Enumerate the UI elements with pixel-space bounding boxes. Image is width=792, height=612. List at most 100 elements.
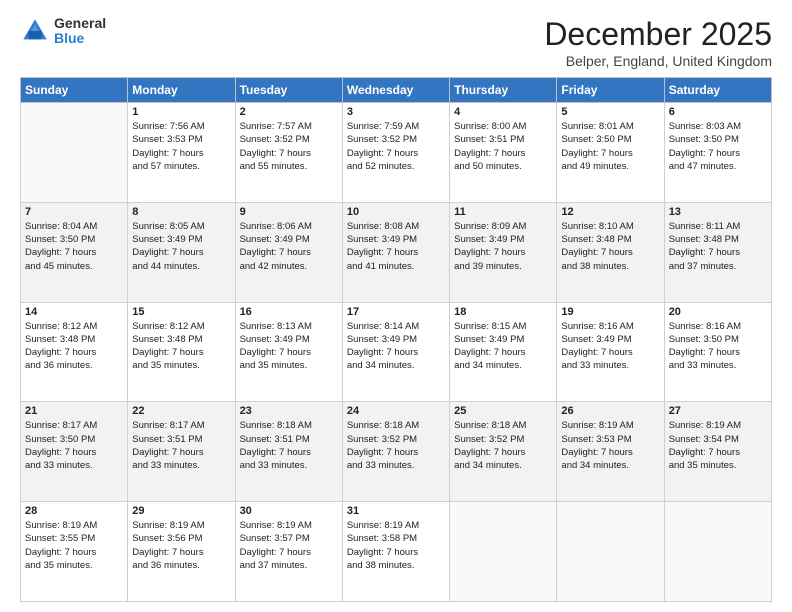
sunrise-text: Sunrise: 8:05 AM [132,221,204,232]
sunrise-text: Sunrise: 8:19 AM [669,420,741,431]
table-row: 11Sunrise: 8:09 AMSunset: 3:49 PMDayligh… [450,202,557,302]
sunset-text: Sunset: 3:49 PM [347,334,417,345]
sunrise-text: Sunrise: 7:56 AM [132,121,204,132]
day-info: Sunrise: 8:10 AMSunset: 3:48 PMDaylight:… [561,220,659,273]
day-number: 24 [347,405,445,417]
daylight-minutes-text: and 36 minutes. [25,360,93,371]
header-thursday: Thursday [450,78,557,103]
sunrise-text: Sunrise: 8:00 AM [454,121,526,132]
daylight-text: Daylight: 7 hours [25,247,96,258]
daylight-text: Daylight: 7 hours [669,247,740,258]
sunrise-text: Sunrise: 8:16 AM [669,321,741,332]
day-info: Sunrise: 8:00 AMSunset: 3:51 PMDaylight:… [454,120,552,173]
sunrise-text: Sunrise: 8:14 AM [347,321,419,332]
table-row: 24 Sunrise: 8:18 AMSunset: 3:52 PMDayligh… [342,402,449,502]
daylight-minutes-text: and 57 minutes. [132,161,200,172]
daylight-text: Daylight: 7 hours [454,347,525,358]
sunset-text: Sunset: 3:52 PM [347,134,417,145]
sunset-text: Sunset: 3:49 PM [561,334,631,345]
day-number: 7 [25,206,123,218]
header-friday: Friday [557,78,664,103]
day-info: Sunrise: 8:19 AMSunset: 3:56 PMDaylight:… [132,519,230,572]
logo-icon [20,16,50,46]
daylight-minutes-text: and 47 minutes. [669,161,737,172]
sunset-text: Sunset: 3:52 PM [454,434,524,445]
table-row: 30Sunrise: 8:19 AMSunset: 3:57 PMDayligh… [235,502,342,602]
daylight-minutes-text: and 33 minutes. [561,360,629,371]
sunset-text: Sunset: 3:49 PM [240,334,310,345]
page: General Blue December 2025 Belper, Engla… [0,0,792,612]
day-number: 28 [25,505,123,517]
header-sunday: Sunday [21,78,128,103]
daylight-minutes-text: and 34 minutes. [347,360,415,371]
day-info: Sunrise: 8:19 AMSunset: 3:57 PMDaylight:… [240,519,338,572]
day-number: 3 [347,106,445,118]
daylight-text: Daylight: 7 hours [240,447,311,458]
daylight-minutes-text: and 35 minutes. [240,360,308,371]
table-row: 23Sunrise: 8:18 AMSunset: 3:51 PMDayligh… [235,402,342,502]
sunset-text: Sunset: 3:49 PM [347,234,417,245]
sunset-text: Sunset: 3:49 PM [454,234,524,245]
daylight-minutes-text: and 52 minutes. [347,161,415,172]
daylight-minutes-text: and 35 minutes. [669,460,737,471]
sunset-text: Sunset: 3:48 PM [561,234,631,245]
day-info: Sunrise: 8:08 AMSunset: 3:49 PMDaylight:… [347,220,445,273]
daylight-text: Daylight: 7 hours [132,148,203,159]
calendar-week-row: 1Sunrise: 7:56 AMSunset: 3:53 PMDaylight… [21,103,772,203]
table-row: 12Sunrise: 8:10 AMSunset: 3:48 PMDayligh… [557,202,664,302]
sunset-text: Sunset: 3:56 PM [132,533,202,544]
daylight-minutes-text: and 33 minutes. [240,460,308,471]
table-row: 27Sunrise: 8:19 AMSunset: 3:54 PMDayligh… [664,402,771,502]
daylight-minutes-text: and 37 minutes. [240,560,308,571]
day-info: Sunrise: 8:12 AMSunset: 3:48 PMDaylight:… [25,320,123,373]
table-row [664,502,771,602]
table-row: 18Sunrise: 8:15 AMSunset: 3:49 PMDayligh… [450,302,557,402]
daylight-text: Daylight: 7 hours [25,547,96,558]
day-info: Sunrise: 8:19 AMSunset: 3:53 PMDaylight:… [561,419,659,472]
daylight-minutes-text: and 55 minutes. [240,161,308,172]
table-row: 22Sunrise: 8:17 AMSunset: 3:51 PMDayligh… [128,402,235,502]
daylight-text: Daylight: 7 hours [347,447,418,458]
daylight-text: Daylight: 7 hours [132,347,203,358]
sunset-text: Sunset: 3:50 PM [25,234,95,245]
table-row: 13Sunrise: 8:11 AMSunset: 3:48 PMDayligh… [664,202,771,302]
daylight-text: Daylight: 7 hours [240,547,311,558]
daylight-minutes-text: and 38 minutes. [347,560,415,571]
sunset-text: Sunset: 3:49 PM [240,234,310,245]
day-number: 10 [347,206,445,218]
sunrise-text: Sunrise: 8:19 AM [561,420,633,431]
sunrise-text: Sunrise: 8:16 AM [561,321,633,332]
sunrise-text: Sunrise: 8:08 AM [347,221,419,232]
header: General Blue December 2025 Belper, Engla… [20,16,772,69]
daylight-minutes-text: and 35 minutes. [132,360,200,371]
sunset-text: Sunset: 3:50 PM [669,134,739,145]
daylight-minutes-text: and 34 minutes. [454,360,522,371]
calendar-week-row: 14Sunrise: 8:12 AMSunset: 3:48 PMDayligh… [21,302,772,402]
day-number: 9 [240,206,338,218]
day-number: 5 [561,106,659,118]
day-info: Sunrise: 8:17 AMSunset: 3:51 PMDaylight:… [132,419,230,472]
daylight-minutes-text: and 34 minutes. [561,460,629,471]
day-number: 23 [240,405,338,417]
sunrise-text: Sunrise: 8:17 AM [132,420,204,431]
daylight-minutes-text: and 33 minutes. [347,460,415,471]
sunrise-text: Sunrise: 8:17 AM [25,420,97,431]
day-info: Sunrise: 8:05 AMSunset: 3:49 PMDaylight:… [132,220,230,273]
logo: General Blue [20,16,106,47]
day-info: Sunrise: 8:18 AMSunset: 3:52 PMDaylight:… [347,419,445,472]
header-tuesday: Tuesday [235,78,342,103]
daylight-text: Daylight: 7 hours [132,447,203,458]
sunset-text: Sunset: 3:52 PM [347,434,417,445]
sunrise-text: Sunrise: 7:59 AM [347,121,419,132]
title-block: December 2025 Belper, England, United Ki… [544,16,772,69]
daylight-text: Daylight: 7 hours [669,148,740,159]
daylight-text: Daylight: 7 hours [240,247,311,258]
daylight-text: Daylight: 7 hours [669,347,740,358]
table-row: 29Sunrise: 8:19 AMSunset: 3:56 PMDayligh… [128,502,235,602]
daylight-text: Daylight: 7 hours [132,547,203,558]
daylight-minutes-text: and 33 minutes. [132,460,200,471]
daylight-text: Daylight: 7 hours [25,347,96,358]
daylight-text: Daylight: 7 hours [347,148,418,159]
sunset-text: Sunset: 3:48 PM [25,334,95,345]
sunset-text: Sunset: 3:50 PM [669,334,739,345]
